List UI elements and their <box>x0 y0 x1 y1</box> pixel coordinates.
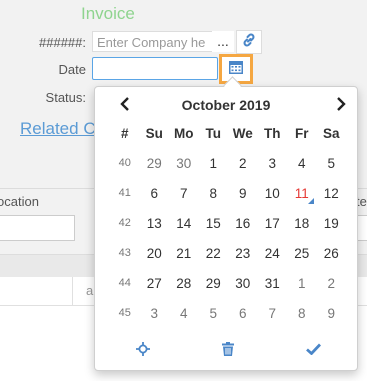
datepicker-popup: October 2019 # Su Mo Tu We Th Fr Sa 40 29 30 1 2 3 4… <box>94 86 358 371</box>
calendar-day[interactable]: 30 <box>169 148 199 178</box>
calendar-day[interactable]: 27 <box>140 268 170 298</box>
calendar-day[interactable]: 31 <box>258 268 288 298</box>
week-number-header: # <box>120 125 129 141</box>
calendar-day[interactable]: 28 <box>169 268 199 298</box>
calendar-week-row: 44 27 28 29 30 31 1 2 <box>110 268 346 298</box>
weekday-header: We <box>232 125 253 141</box>
calendar-day[interactable]: 18 <box>287 208 317 238</box>
calendar-week-row: 43 20 21 22 23 24 25 26 <box>110 238 346 268</box>
weekday-header: Mo <box>174 125 194 141</box>
calendar-day[interactable]: 12 <box>317 178 347 208</box>
weekday-header: Th <box>264 125 281 141</box>
calendar-day[interactable]: 17 <box>258 208 288 238</box>
location-filter-input[interactable] <box>0 215 75 241</box>
datepicker-footer <box>95 340 357 362</box>
company-label: ######: <box>39 35 86 50</box>
calendar-day[interactable]: 30 <box>228 268 258 298</box>
calendar-day[interactable]: 3 <box>258 148 288 178</box>
calendar-day[interactable]: 19 <box>317 208 347 238</box>
weekday-header-row: # Su Mo Tu We Th Fr Sa <box>110 118 346 148</box>
calendar-day[interactable]: 13 <box>140 208 170 238</box>
chevron-right-icon <box>336 96 346 116</box>
calendar-day[interactable]: 4 <box>287 148 317 178</box>
invoice-title: Invoice <box>81 4 135 23</box>
weekday-header: Fr <box>295 125 309 141</box>
calendar-day[interactable]: 29 <box>199 268 229 298</box>
week-number: 43 <box>118 247 131 259</box>
calendar-day[interactable]: 15 <box>199 208 229 238</box>
calendar-day[interactable]: 3 <box>140 298 170 328</box>
date-label: Date <box>58 62 86 77</box>
week-number: 40 <box>118 157 131 169</box>
status-label: Status: <box>45 90 86 105</box>
calendar-week-row: 40 29 30 1 2 3 4 5 <box>110 148 346 178</box>
calendar-day[interactable]: 5 <box>199 298 229 328</box>
close-button[interactable] <box>301 340 325 362</box>
next-month-button[interactable] <box>331 96 351 116</box>
calendar-day[interactable]: 9 <box>228 178 258 208</box>
calendar-day[interactable]: 20 <box>140 238 170 268</box>
calendar-day[interactable]: 7 <box>169 178 199 208</box>
calendar-icon <box>229 60 243 79</box>
clear-button[interactable] <box>216 340 240 362</box>
calendar-week-row: 41 6 7 8 9 10 11 12 <box>110 178 346 208</box>
calendar-week-row: 45 3 4 5 6 7 8 9 <box>110 298 346 328</box>
trash-icon <box>222 341 234 361</box>
calendar-day[interactable]: 4 <box>169 298 199 328</box>
calendar-day[interactable]: 2 <box>228 148 258 178</box>
related-link[interactable]: Related C <box>20 119 96 139</box>
check-icon <box>305 342 321 360</box>
calendar-week-row: 42 13 14 15 16 17 18 19 <box>110 208 346 238</box>
calendar-day[interactable]: 2 <box>317 268 347 298</box>
date-input[interactable] <box>92 57 218 80</box>
table-cell: a <box>86 283 94 298</box>
calendar-day[interactable]: 16 <box>228 208 258 238</box>
calendar-day[interactable]: 25 <box>287 238 317 268</box>
calendar-grid: # Su Mo Tu We Th Fr Sa 40 29 30 1 2 3 4 5 41 6 7 8 9 10 11 12… <box>110 118 346 328</box>
datepicker-header: October 2019 <box>95 95 357 115</box>
link-button[interactable] <box>236 30 262 54</box>
week-number: 44 <box>118 277 131 289</box>
calendar-day[interactable]: 7 <box>258 298 288 328</box>
weekday-header: Sa <box>322 125 340 141</box>
calendar-day[interactable]: 29 <box>140 148 170 178</box>
month-title[interactable]: October 2019 <box>95 97 357 113</box>
calendar-day[interactable]: 5 <box>317 148 347 178</box>
calendar-day-today[interactable]: 11 <box>287 178 317 208</box>
calendar-day[interactable]: 1 <box>199 148 229 178</box>
location-header: ocation <box>0 194 39 209</box>
calendar-day[interactable]: 9 <box>317 298 347 328</box>
more-button[interactable]: ... <box>212 31 234 52</box>
calendar-day[interactable]: 8 <box>199 178 229 208</box>
calendar-day[interactable]: 24 <box>258 238 288 268</box>
column-divider <box>72 277 73 305</box>
calendar-day[interactable]: 22 <box>199 238 229 268</box>
calendar-day[interactable]: 26 <box>317 238 347 268</box>
today-button[interactable] <box>131 340 155 362</box>
calendar-day[interactable]: 14 <box>169 208 199 238</box>
calendar-day[interactable]: 8 <box>287 298 317 328</box>
calendar-day[interactable]: 10 <box>258 178 288 208</box>
weekday-header: Su <box>145 125 163 141</box>
week-number: 42 <box>118 217 131 229</box>
calendar-day[interactable]: 6 <box>228 298 258 328</box>
calendar-day[interactable]: 23 <box>228 238 258 268</box>
calendar-day[interactable]: 21 <box>169 238 199 268</box>
calendar-day[interactable]: 6 <box>140 178 170 208</box>
week-number: 41 <box>118 187 131 199</box>
week-number: 45 <box>118 307 131 319</box>
link-icon <box>241 32 257 53</box>
crosshair-icon <box>136 341 150 361</box>
weekday-header: Tu <box>205 125 222 141</box>
calendar-day[interactable]: 1 <box>287 268 317 298</box>
